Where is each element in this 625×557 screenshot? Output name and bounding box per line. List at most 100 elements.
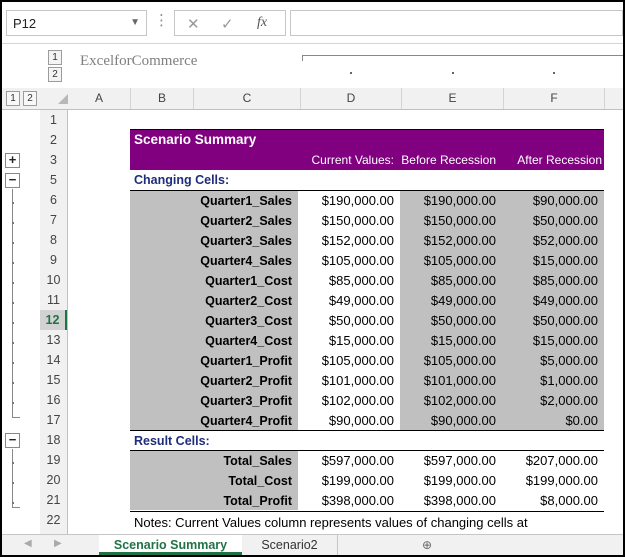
row-header[interactable]: 21 [40,490,67,510]
after-recession-value: $5,000.00 [540,353,598,368]
column-outline-dot [553,72,555,74]
column-header-c[interactable]: C [194,88,301,109]
changing-cell-name: Quarter1_Sales [200,194,292,208]
row-header[interactable]: 16 [40,390,67,410]
row-header[interactable]: 20 [40,470,67,490]
insert-function-icon[interactable]: fx [257,15,267,31]
outline-dot [12,342,14,344]
outline-dot [12,202,14,204]
tab-scenario-summary[interactable]: Scenario Summary [99,535,242,555]
outline-dot [12,282,14,284]
row-header[interactable]: 14 [40,350,67,370]
column-header-d[interactable]: D [301,88,402,109]
row-header[interactable]: 8 [40,230,67,250]
row-header[interactable]: 11 [40,290,67,310]
watermark: ExcelforCommerce [80,53,198,69]
changing-cell-name: Quarter3_Sales [200,234,292,248]
current-value: $150,000.00 [321,213,394,228]
column-header-e[interactable]: E [402,88,504,109]
row-outline-level-2[interactable]: 2 [23,91,37,106]
before-recession-value: $190,000.00 [423,193,496,208]
current-value: $90,000.00 [328,413,394,428]
before-recession-value: $105,000.00 [423,253,496,268]
before-recession-value: $398,000.00 [423,493,496,508]
tab-scenario2[interactable]: Scenario2 [242,535,338,555]
after-recession-value: $199,000.00 [525,473,598,488]
before-recession-value: $199,000.00 [423,473,496,488]
outline-dot [12,382,14,384]
after-recession-value: $90,000.00 [532,193,598,208]
row-header[interactable]: 17 [40,410,67,430]
row-header[interactable]: 13 [40,330,67,350]
row-header[interactable]: 1 [40,110,67,130]
after-recession-value: $8,000.00 [540,493,598,508]
row-outline-level-1[interactable]: 1 [6,91,20,106]
scroll-right-icon[interactable]: ▶ [54,538,62,549]
current-value: $15,000.00 [328,333,394,348]
chevron-down-icon[interactable]: ▼ [130,17,140,28]
row-header[interactable]: 2 [40,130,67,150]
before-recession-value: $15,000.00 [430,333,496,348]
row-header[interactable]: 15 [40,370,67,390]
result-cell-name: Total_Profit [223,494,292,508]
name-box[interactable]: P12 ▼ [6,10,147,36]
collapse-button[interactable]: − [5,433,20,448]
worksheet-grid[interactable]: Scenario Summary Current Values: Before … [68,110,623,534]
formula-input[interactable] [290,10,623,36]
current-value: $105,000.00 [321,353,394,368]
row-outline-strip: + − − [2,110,40,534]
row-header[interactable]: 10 [40,270,67,290]
before-recession-value: $152,000.00 [423,233,496,248]
row-header[interactable]: 18 [40,430,67,450]
row-header[interactable]: 19 [40,450,67,470]
before-recession-value: $597,000.00 [423,453,496,468]
outline-dot [12,262,14,264]
row-header[interactable]: 6 [40,190,67,210]
scenario-summary-title: Scenario Summary [130,130,604,150]
result-cell-name: Total_Sales [223,454,292,468]
after-recession-value: $0.00 [565,413,598,428]
outline-dot [12,502,14,504]
column-outline-bracket [302,55,625,61]
changing-cell-name: Quarter4_Profit [200,414,292,428]
cancel-icon[interactable]: ✕ [187,15,200,33]
collapse-button[interactable]: − [5,173,20,188]
row-header[interactable]: 7 [40,210,67,230]
result-cells-bottom-border [130,511,604,512]
after-recession-value: $207,000.00 [525,453,598,468]
outline-line [12,449,13,507]
current-value: $190,000.00 [321,193,394,208]
row-header[interactable]: 5 [40,170,67,190]
column-outline-level-1[interactable]: 1 [48,50,62,65]
header-before-recession: Before Recession [400,150,502,170]
row-header-active[interactable]: 12 [40,310,67,330]
row-header[interactable]: 22 [40,510,67,530]
notes-text: Notes: Current Values column represents … [134,515,528,530]
column-header-b[interactable]: B [131,88,194,109]
current-value: $597,000.00 [321,453,394,468]
more-options-icon[interactable]: ⋮ [154,11,169,29]
row-header[interactable]: 9 [40,250,67,270]
column-outline-dot [350,72,352,74]
outline-dot [12,402,14,404]
after-recession-value: $15,000.00 [532,333,598,348]
select-all-button[interactable] [58,94,68,104]
enter-icon[interactable]: ✓ [221,15,234,33]
before-recession-value: $90,000.00 [430,413,496,428]
scroll-left-icon[interactable]: ◀ [24,538,32,549]
column-header-a[interactable]: A [68,88,131,109]
row-header[interactable]: 3 [40,150,67,170]
current-value: $199,000.00 [321,473,394,488]
column-outline-area: 1 2 ExcelforCommerce [2,45,625,88]
add-sheet-icon[interactable]: ⊕ [422,538,432,552]
header-blank [130,150,298,170]
row-headers: 1 2 3 5 6 7 8 9 10 11 12 13 14 15 16 17 … [40,110,68,534]
after-recession-value: $52,000.00 [532,233,598,248]
outline-dot [12,302,14,304]
formula-buttons: ✕ ✓ fx [174,10,286,36]
column-outline-level-2[interactable]: 2 [48,67,62,82]
before-recession-value: $50,000.00 [430,313,496,328]
expand-button[interactable]: + [5,153,20,168]
after-recession-value: $50,000.00 [532,213,598,228]
column-header-f[interactable]: F [504,88,605,109]
